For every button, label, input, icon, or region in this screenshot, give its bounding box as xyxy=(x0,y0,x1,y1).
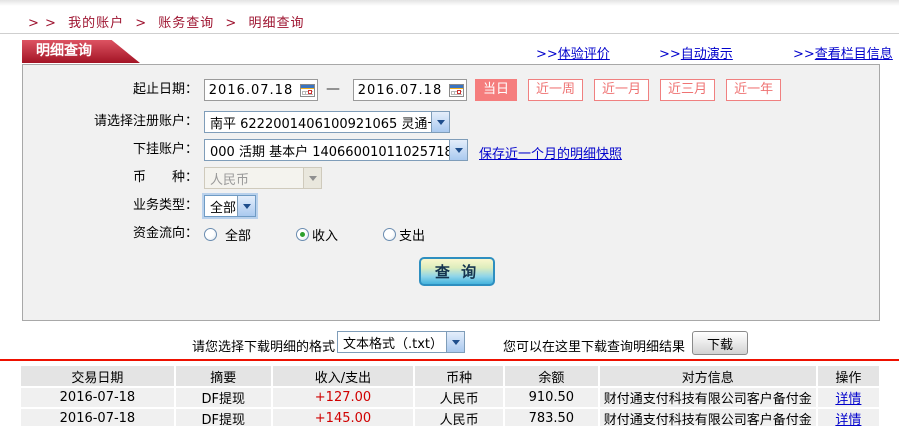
fund-flow-radio-group: 全部 收入 支出 xyxy=(204,225,425,244)
radio-all[interactable] xyxy=(204,228,217,241)
radio-expense-label[interactable]: 支出 xyxy=(399,225,425,244)
breadcrumb-item-detail-query[interactable]: 明细查询 xyxy=(248,16,304,31)
cell-amount: +127.00 xyxy=(273,388,414,407)
date-from-calendar-button[interactable] xyxy=(297,80,317,100)
currency-select: 人民币 xyxy=(204,167,322,189)
chevron-down-icon[interactable] xyxy=(237,196,255,216)
breadcrumb-item-account-query[interactable]: 账务查询 xyxy=(158,16,214,31)
col-header-action: 操作 xyxy=(818,366,879,386)
link-arrows: >> xyxy=(659,47,681,62)
cell-action: 详情 xyxy=(818,409,879,426)
col-header-date: 交易日期 xyxy=(21,366,174,386)
cell-amount: +145.00 xyxy=(273,409,414,426)
register-account-value: 南平 6222001406100921065 灵通卡 xyxy=(205,113,431,132)
download-format-select[interactable]: 文本格式（.txt） xyxy=(337,331,465,353)
breadcrumb-divider xyxy=(0,33,899,34)
cell-counterparty: 财付通支付科技有限公司客户备付金 xyxy=(600,388,816,407)
col-header-amount: 收入/支出 xyxy=(273,366,414,386)
register-account-select[interactable]: 南平 6222001406100921065 灵通卡 xyxy=(204,111,450,133)
calendar-icon xyxy=(449,84,464,97)
fund-flow-label: 资金流向： xyxy=(23,223,198,245)
business-type-select[interactable]: 全部 xyxy=(204,195,256,217)
cell-balance: 783.50 xyxy=(505,409,598,426)
cell-counterparty: 财付通支付科技有限公司客户备付金 xyxy=(600,409,816,426)
link-arrows: >> xyxy=(793,47,815,62)
col-header-balance: 余额 xyxy=(505,366,598,386)
download-hint-text: 您可以在这里下载查询明细结果 xyxy=(503,336,685,355)
transactions-table: 交易日期 摘要 收入/支出 币种 余额 对方信息 操作 2016-07-18 D… xyxy=(19,364,881,426)
query-button[interactable]: 查 询 xyxy=(419,257,495,286)
breadcrumb-item-my-account[interactable]: 我的账户 xyxy=(68,16,124,31)
detail-link[interactable]: 详情 xyxy=(835,413,861,426)
chevron-down-icon[interactable] xyxy=(431,112,449,132)
date-range-label: 起止日期： xyxy=(23,79,198,101)
col-header-summary: 摘要 xyxy=(176,366,271,386)
cell-date: 2016-07-18 xyxy=(21,388,174,407)
table-row: 2016-07-18 DF提现 +127.00 人民币 910.50 财付通支付… xyxy=(21,388,879,407)
breadcrumb-separator: > xyxy=(225,16,237,31)
date-range-dash: — xyxy=(326,81,340,97)
radio-income-label[interactable]: 收入 xyxy=(312,225,338,244)
detail-link[interactable]: 详情 xyxy=(835,392,861,407)
download-button[interactable]: 下载 xyxy=(692,331,748,355)
cell-currency: 人民币 xyxy=(415,388,503,407)
link-experience-rating[interactable]: >>体验评价 xyxy=(536,43,610,62)
date-from-value: 2016.07.18 xyxy=(205,83,297,98)
cell-action: 详情 xyxy=(818,388,879,407)
breadcrumb-separator: > xyxy=(135,16,147,31)
range-button-last-month[interactable]: 近一月 xyxy=(594,79,649,101)
quick-range-buttons: 当日 近一周 近一月 近三月 近一年 xyxy=(475,79,781,101)
tab-detail-query[interactable]: 明细查询 xyxy=(22,40,140,63)
sub-account-label: 下挂账户： xyxy=(23,139,198,161)
link-view-column-info[interactable]: >>查看栏目信息 xyxy=(793,43,893,62)
date-to-input[interactable]: 2016.07.18 xyxy=(353,79,467,101)
cell-summary: DF提现 xyxy=(176,409,271,426)
detail-query-page: > > 我的账户 > 账务查询 > 明细查询 明细查询 >>体验评价 >>自动演… xyxy=(0,0,899,426)
chevron-down-icon[interactable] xyxy=(446,332,464,352)
table-top-rule xyxy=(0,359,899,361)
radio-all-label[interactable]: 全部 xyxy=(225,225,251,244)
business-type-value: 全部 xyxy=(205,197,237,216)
cell-currency: 人民币 xyxy=(415,409,503,426)
range-button-last-3-months[interactable]: 近三月 xyxy=(660,79,715,101)
date-from-input[interactable]: 2016.07.18 xyxy=(204,79,318,101)
currency-label: 币 种： xyxy=(23,167,198,189)
business-type-label: 业务类型： xyxy=(23,195,198,217)
cell-balance: 910.50 xyxy=(505,388,598,407)
table-row: 2016-07-18 DF提现 +145.00 人民币 783.50 财付通支付… xyxy=(21,409,879,426)
link-arrows: >> xyxy=(536,47,558,62)
sub-account-select[interactable]: 000 活期 基本户 1406600101102571848 xyxy=(204,139,468,161)
range-button-today[interactable]: 当日 xyxy=(475,79,517,101)
save-snapshot-link[interactable]: 保存近一个月的明细快照 xyxy=(479,143,622,162)
col-header-currency: 币种 xyxy=(415,366,503,386)
sub-account-value: 000 活期 基本户 1406600101102571848 xyxy=(205,141,449,160)
chevron-down-icon xyxy=(303,168,321,188)
table-header-row: 交易日期 摘要 收入/支出 币种 余额 对方信息 操作 xyxy=(21,366,879,386)
radio-expense[interactable] xyxy=(383,228,396,241)
breadcrumb: > > 我的账户 > 账务查询 > 明细查询 xyxy=(28,12,304,31)
radio-income[interactable] xyxy=(296,228,309,241)
chevron-down-icon[interactable] xyxy=(449,140,467,160)
register-account-label: 请选择注册账户： xyxy=(23,111,198,133)
range-button-last-year[interactable]: 近一年 xyxy=(726,79,781,101)
range-button-last-week[interactable]: 近一周 xyxy=(528,79,583,101)
query-form-panel: 起止日期： 2016.07.18 — 2016.07.18 当日 近一周 近一月… xyxy=(22,64,880,321)
calendar-icon xyxy=(300,84,315,97)
download-format-value: 文本格式（.txt） xyxy=(338,333,446,352)
cell-summary: DF提现 xyxy=(176,388,271,407)
download-format-label: 请您选择下载明细的格式 xyxy=(190,336,335,355)
col-header-counterparty: 对方信息 xyxy=(600,366,816,386)
breadcrumb-prefix: > > xyxy=(28,16,57,31)
link-auto-demo[interactable]: >>自动演示 xyxy=(659,43,733,62)
cell-date: 2016-07-18 xyxy=(21,409,174,426)
top-gradient-strip xyxy=(0,0,899,6)
date-to-calendar-button[interactable] xyxy=(446,80,466,100)
date-to-value: 2016.07.18 xyxy=(354,83,446,98)
currency-value: 人民币 xyxy=(205,169,303,188)
